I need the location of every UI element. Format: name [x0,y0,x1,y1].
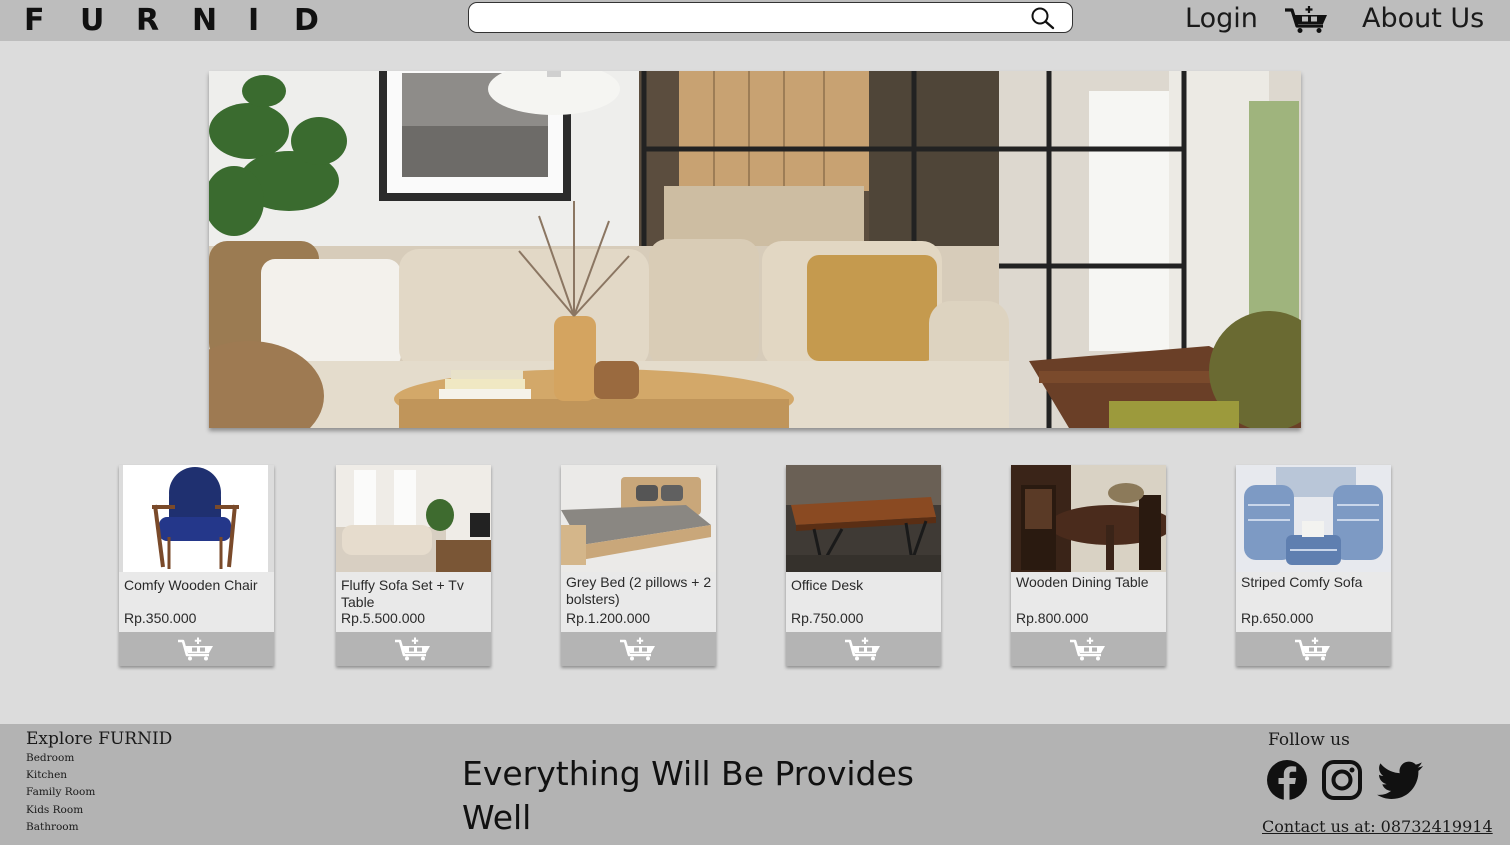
product-name[interactable]: Office Desk [791,577,939,594]
add-to-cart-icon [620,637,655,661]
product-card: Fluffy Sofa Set + Tv Table Rp.5.500.000 [336,465,491,666]
product-image[interactable] [1011,465,1166,572]
product-card: Grey Bed (2 pillows + 2 bolsters) Rp.1.2… [561,465,716,666]
add-to-cart-button[interactable] [336,632,491,666]
product-price: Rp.350.000 [124,610,197,626]
logo-letter: R [136,2,160,38]
furnid-logo[interactable]: F U R N I D [24,2,350,38]
facebook-icon[interactable] [1265,758,1309,802]
product-image[interactable] [336,465,491,572]
add-to-cart-button[interactable] [561,632,716,666]
add-to-cart-button[interactable] [1236,632,1391,666]
product-price: Rp.1.200.000 [566,610,651,626]
add-to-cart-button[interactable] [1011,632,1166,666]
logo-letter: N [192,2,218,38]
product-name[interactable]: Wooden Dining Table [1016,574,1164,591]
product-price: Rp.5.500.000 [341,610,426,626]
logo-letter: U [80,2,105,38]
product-name[interactable]: Comfy Wooden Chair [124,577,272,594]
product-card: Striped Comfy Sofa Rp.650.000 [1236,465,1391,666]
product-price: Rp.800.000 [1016,610,1089,626]
search-input[interactable] [479,6,1019,30]
product-image[interactable] [561,465,716,572]
about-us-link[interactable]: About Us [1362,0,1484,38]
add-to-cart-icon [1070,637,1105,661]
twitter-icon[interactable] [1375,758,1425,802]
add-to-cart-icon [1295,637,1330,661]
product-name[interactable]: Striped Comfy Sofa [1241,574,1389,591]
login-link[interactable]: Login [1185,0,1258,38]
follow-us-label: Follow us [1268,730,1350,750]
add-to-cart-icon [845,637,880,661]
living-room-image [209,71,1301,428]
product-price: Rp.650.000 [1241,610,1314,626]
header: F U R N I D Login About Us [0,0,1510,41]
cart-icon[interactable] [1283,4,1331,34]
product-card: Wooden Dining Table Rp.800.000 [1011,465,1166,666]
logo-letter: F [24,2,45,38]
product-name[interactable]: Grey Bed (2 pillows + 2 bolsters) [566,574,714,608]
tagline: Everything Will Be Provides Well [462,754,914,837]
product-name[interactable]: Fluffy Sofa Set + Tv Table [341,577,489,611]
product-card: Office Desk Rp.750.000 [786,465,941,666]
logo-letter: I [248,2,260,38]
search-bar [468,2,1073,33]
logo-letter: D [294,2,319,38]
product-image[interactable] [1236,465,1391,572]
search-icon[interactable] [1030,6,1056,30]
instagram-icon[interactable] [1320,758,1364,802]
footer-link-kitchen[interactable]: Kitchen [26,769,67,781]
contact-link[interactable]: Contact us at: 08732419914 [1262,817,1493,836]
product-price: Rp.750.000 [791,610,864,626]
add-to-cart-icon [395,637,430,661]
footer: Explore FURNID Bedroom Kitchen Family Ro… [0,724,1510,845]
hero-banner[interactable] [209,71,1301,428]
footer-link-bedroom[interactable]: Bedroom [26,752,74,764]
product-image[interactable] [786,465,941,572]
product-image[interactable] [119,465,274,572]
explore-title: Explore FURNID [26,729,173,749]
product-card: Comfy Wooden Chair Rp.350.000 [119,465,274,666]
add-to-cart-button[interactable] [119,632,274,666]
footer-link-bathroom[interactable]: Bathroom [26,821,79,833]
add-to-cart-button[interactable] [786,632,941,666]
footer-link-family-room[interactable]: Family Room [26,786,95,798]
add-to-cart-icon [178,637,213,661]
footer-link-kids-room[interactable]: Kids Room [26,804,83,816]
